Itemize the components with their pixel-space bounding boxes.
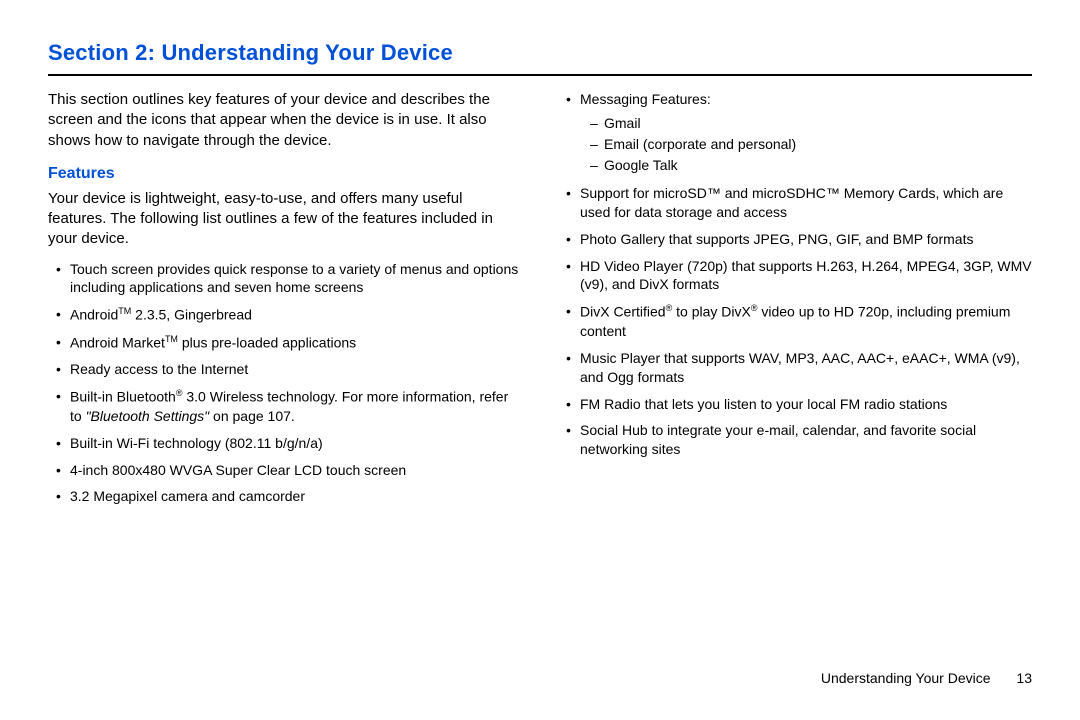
features-intro: Your device is lightweight, easy-to-use,… [48,189,522,250]
intro-paragraph: This section outlines key features of yo… [48,90,522,151]
features-list-right: Messaging Features: Gmail Email (corpora… [558,90,1032,459]
list-item: Ready access to the Internet [60,360,522,379]
content-columns: This section outlines key features of yo… [48,90,1032,514]
list-item: Touch screen provides quick response to … [60,260,522,298]
list-item: Email (corporate and personal) [594,134,1032,155]
text: Android [70,307,118,323]
footer-label: Understanding Your Device [821,670,991,686]
text: on page 107. [209,408,295,424]
text: plus pre-loaded applications [178,334,356,350]
list-item: AndroidTM 2.3.5, Gingerbread [60,305,522,325]
list-item: Social Hub to integrate your e-mail, cal… [570,421,1032,459]
features-list-left: Touch screen provides quick response to … [48,260,522,507]
right-column: Messaging Features: Gmail Email (corpora… [558,90,1032,514]
list-item: Android MarketTM plus pre-loaded applica… [60,333,522,353]
list-item: Support for microSD™ and microSDHC™ Memo… [570,184,1032,222]
trademark-sup: TM [118,306,131,316]
page-footer: Understanding Your Device 13 [821,670,1032,686]
list-item: FM Radio that lets you listen to your lo… [570,395,1032,414]
list-item: Google Talk [594,155,1032,176]
list-item: Messaging Features: Gmail Email (corpora… [570,90,1032,176]
section-title: Section 2: Understanding Your Device [48,40,1032,66]
list-item: DivX Certified® to play DivX® video up t… [570,302,1032,340]
list-item: Photo Gallery that supports JPEG, PNG, G… [570,230,1032,249]
text: Built-in Bluetooth [70,389,176,405]
list-item: Music Player that supports WAV, MP3, AAC… [570,349,1032,387]
list-item: 4-inch 800x480 WVGA Super Clear LCD touc… [60,461,522,480]
list-item: Built-in Bluetooth® 3.0 Wireless technol… [60,387,522,425]
list-item: Built-in Wi-Fi technology (802.11 b/g/n/… [60,434,522,453]
list-item: 3.2 Megapixel camera and camcorder [60,487,522,506]
title-rule [48,74,1032,76]
text: 2.3.5, Gingerbread [131,307,252,323]
features-heading: Features [48,165,522,183]
list-item: HD Video Player (720p) that supports H.2… [570,257,1032,295]
page-number: 13 [1016,670,1032,686]
left-column: This section outlines key features of yo… [48,90,522,514]
text: Messaging Features: [580,91,711,107]
messaging-sublist: Gmail Email (corporate and personal) Goo… [580,113,1032,176]
text: to play DivX [672,304,751,320]
trademark-sup: TM [165,334,178,344]
text: Android Market [70,334,165,350]
italic-ref: "Bluetooth Settings" [86,408,210,424]
list-item: Gmail [594,113,1032,134]
text: DivX Certified [580,304,666,320]
